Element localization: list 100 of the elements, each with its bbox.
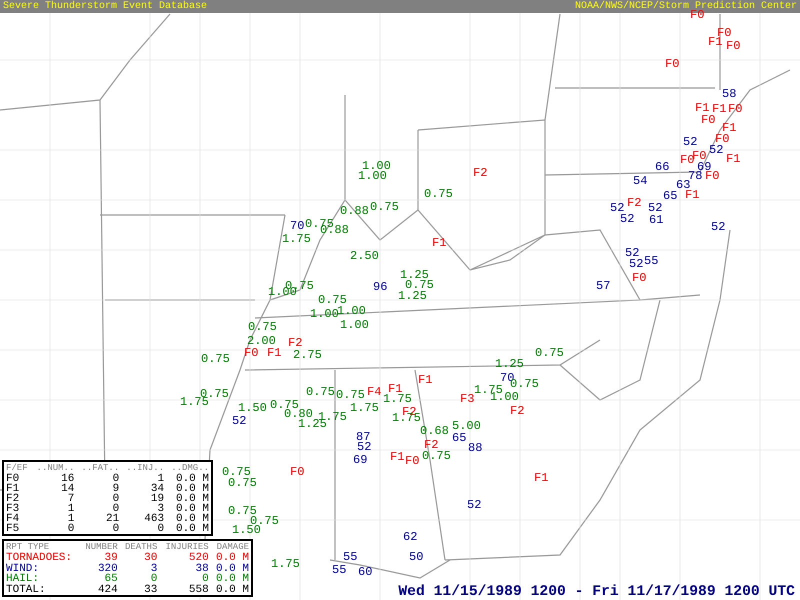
table-cell-text: 33 (143, 584, 158, 595)
hail-report-label: 2.75 (293, 349, 322, 361)
tornado-report-label: F0 (715, 133, 730, 145)
hail-report-label: 1.50 (238, 402, 267, 414)
table-cell-text: TOTAL: (5, 584, 47, 595)
hail-report-label: 0.68 (420, 425, 449, 437)
table-cell-text: 0.0 M (174, 504, 210, 514)
table-cell-text: 14 (60, 484, 76, 494)
tornado-report-label: F1 (695, 102, 710, 114)
table-cell-text: 0 (112, 494, 120, 504)
column-header: F/EF (5, 462, 29, 474)
column-header: NUMBER (84, 541, 119, 552)
tornado-report-label: F4 (367, 386, 382, 398)
hail-report-label: 0.75 (405, 279, 434, 291)
table-cell-text: 3 (158, 504, 166, 514)
wind-report-label: 52 (648, 202, 662, 214)
tornado-report-label: F2 (627, 197, 642, 209)
hail-report-label: 1.75 (271, 558, 300, 570)
tornado-report-label: F1 (388, 383, 402, 395)
wind-report-label: 65 (663, 190, 678, 202)
table-cell-text: F2 (5, 494, 20, 504)
table-cell-text: 0 (112, 524, 120, 534)
column-header: ..FAT.. (80, 462, 120, 474)
wind-report-label: 69 (353, 454, 368, 466)
table-cell-text: 9 (112, 484, 120, 494)
tornado-report-label: F3 (460, 393, 474, 405)
table-cell-text: 1 (66, 504, 76, 514)
wind-report-label: 65 (452, 432, 466, 444)
table-cell-text: 0 (112, 474, 120, 484)
hail-report-label: 0.80 (284, 408, 313, 420)
table-cell-text: 0.0 M (174, 524, 210, 534)
tornado-report-label: F0 (405, 455, 420, 467)
wind-report-label: 52 (683, 136, 698, 148)
table-cell-text: 65 (104, 574, 119, 584)
column-header: DEATHS (124, 541, 158, 552)
table-cell-text: F0 (5, 474, 20, 484)
table-cell-text: 3 (150, 564, 158, 574)
table-cell-text: 320 (96, 564, 119, 574)
table-cell-text: 1 (158, 474, 166, 484)
tornado-report-label: F0 (290, 466, 304, 478)
table-cell-text: 0.0 M (174, 484, 210, 494)
hail-report-label: 0.75 (248, 321, 277, 333)
wind-report-label: 52 (620, 213, 634, 225)
table-cell-text: WIND: (5, 564, 40, 574)
hail-report-label: 0.75 (228, 505, 257, 517)
column-header: ..DMG.. (170, 462, 210, 474)
table-cell-text: F3 (5, 504, 20, 514)
table-cell-text: 21 (105, 514, 120, 524)
hail-report-label: 0.88 (340, 205, 369, 217)
hail-report-label: 1.75 (383, 393, 412, 405)
hail-report-label: 0.75 (201, 353, 230, 365)
table-cell-text: 1 (66, 514, 76, 524)
wind-report-label: 78 (688, 170, 702, 182)
tornado-report-label: F2 (424, 439, 438, 451)
tornado-report-label: F0 (701, 114, 716, 126)
table-cell-text: 38 (194, 564, 210, 574)
table-cell-text: 0.0 M (174, 514, 210, 524)
table-cell-text: 0.0 M (214, 584, 250, 595)
tornado-report-label: F0 (632, 272, 646, 284)
wind-report-label: 57 (596, 280, 610, 292)
table-cell-text: F4 (5, 514, 20, 524)
hail-report-label: 1.75 (282, 233, 311, 245)
table-cell-text: 0 (150, 574, 158, 584)
hail-report-label: 0.75 (510, 378, 539, 390)
tornado-report-label: F1 (722, 122, 736, 134)
app-title: Severe Thunderstorm Event Database (3, 0, 208, 13)
hail-report-label: 2.00 (247, 335, 276, 347)
table-cell-text: 19 (150, 494, 166, 504)
hail-report-label: 0.75 (228, 477, 257, 489)
table-cell-text: 558 (188, 584, 210, 595)
table-cell-text: 30 (143, 553, 158, 564)
hail-report-label: 0.75 (424, 188, 453, 200)
table-cell-text: 463 (143, 514, 166, 524)
wind-report-label: 96 (373, 281, 388, 293)
table-cell-text: 424 (96, 584, 119, 595)
wind-report-label: 52 (232, 415, 246, 427)
hail-report-label: 0.75 (535, 347, 564, 359)
wind-report-label: 52 (467, 499, 482, 511)
hail-report-label: 1.00 (358, 170, 387, 182)
wind-report-label: 55 (644, 255, 658, 267)
table-cell-text: 0 (156, 524, 166, 534)
column-header: RPT TYPE (5, 541, 50, 552)
hail-report-label: 1.00 (340, 319, 369, 331)
wind-report-label: 52 (629, 258, 644, 270)
hail-report-label: 1.00 (362, 160, 391, 172)
wind-report-label: 88 (468, 442, 482, 454)
hail-report-label: 0.75 (422, 450, 451, 462)
table-cell-text: HAIL: (5, 574, 40, 584)
tornado-report-label: F0 (680, 154, 694, 166)
tornado-report-label: F1 (708, 36, 722, 48)
hail-report-label: 1.25 (495, 358, 524, 370)
hail-report-label: 0.75 (222, 466, 251, 478)
tornado-report-label: F1 (685, 189, 700, 201)
hail-report-label: 1.25 (398, 290, 427, 302)
tornado-report-label: F1 (534, 472, 548, 484)
wind-report-label: 58 (722, 88, 736, 100)
hail-report-label: 1.00 (337, 305, 366, 317)
hail-report-label: 1.75 (350, 402, 379, 414)
tornado-report-label: F0 (705, 170, 720, 182)
table-cell-text: 0 (112, 504, 120, 514)
